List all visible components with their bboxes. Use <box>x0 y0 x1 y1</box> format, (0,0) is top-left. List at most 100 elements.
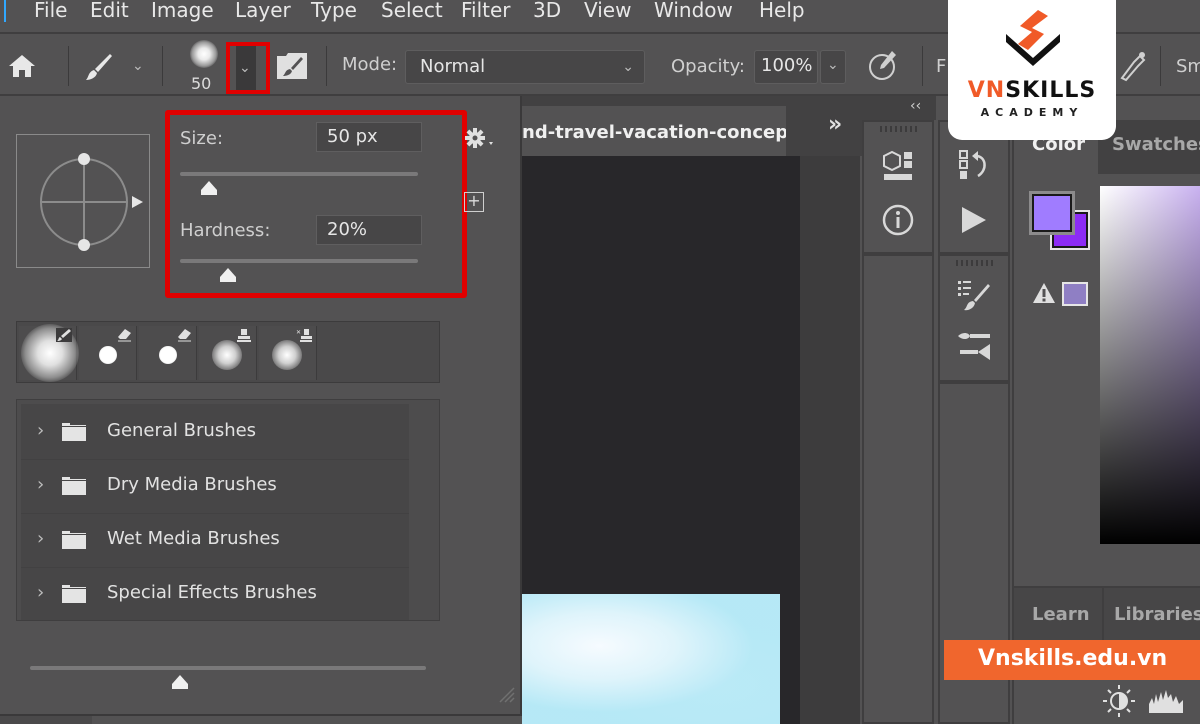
size-input[interactable]: 50 px <box>316 122 422 152</box>
menu-select[interactable]: Select <box>381 0 443 22</box>
brush-group-row[interactable]: › General Brushes <box>21 406 409 460</box>
drag-grip[interactable] <box>956 260 996 266</box>
tool-preset-chevron-icon[interactable]: ⌄ <box>132 58 144 74</box>
hardness-input[interactable]: 20% <box>316 215 422 245</box>
chevron-right-icon[interactable]: › <box>37 528 44 549</box>
chevron-right-icon[interactable]: › <box>37 420 44 441</box>
flow-label: F <box>936 56 947 77</box>
color-picker-field[interactable] <box>1100 186 1200 544</box>
recent-brush-item[interactable] <box>79 326 137 380</box>
menu-filter[interactable]: Filter <box>461 0 511 22</box>
brush-icon <box>56 328 72 342</box>
clone-stamp-icon: ✕ <box>296 329 312 342</box>
hardness-slider-track[interactable] <box>180 259 418 263</box>
recent-brush-item[interactable] <box>139 326 197 380</box>
opacity-input[interactable]: 100% <box>754 50 818 84</box>
opacity-label: Opacity: <box>671 56 745 77</box>
menu-window[interactable]: Window <box>654 0 733 22</box>
canvas-scroll-region <box>800 156 860 724</box>
brightness-contrast-icon[interactable] <box>1102 684 1136 718</box>
new-preset-plus-icon[interactable]: + <box>464 192 484 212</box>
separator <box>922 46 923 86</box>
stamp-icon <box>237 329 251 342</box>
brush-tip-preview <box>212 340 242 370</box>
foreground-color-swatch[interactable] <box>1029 191 1075 235</box>
chevron-right-icon[interactable]: › <box>37 582 44 603</box>
mode-select[interactable]: Normal ⌄ <box>405 50 645 84</box>
tab-divider <box>1102 588 1104 642</box>
preview-size-slider-thumb[interactable] <box>171 674 189 690</box>
recent-brush-item[interactable] <box>199 326 257 380</box>
out-of-gamut-warning-icon[interactable] <box>1032 282 1056 304</box>
brush-settings-icon[interactable] <box>956 328 992 364</box>
levels-icon[interactable] <box>1148 688 1184 714</box>
menu-layer[interactable]: Layer <box>235 0 291 22</box>
brush-group-row[interactable]: › Wet Media Brushes <box>21 514 409 568</box>
menu-image[interactable]: Image <box>151 0 214 22</box>
hardness-label: Hardness: <box>180 220 271 241</box>
brush-groups-list-inner: › General Brushes › Dry Media Brushes › … <box>21 404 409 620</box>
separator <box>68 46 69 86</box>
history-icon[interactable] <box>956 148 992 184</box>
brush-preview-icon[interactable] <box>190 40 218 68</box>
roundness-handle-top[interactable] <box>78 153 90 165</box>
drag-grip[interactable] <box>880 126 920 132</box>
3d-properties-icon[interactable] <box>880 148 916 184</box>
recent-brush-item[interactable] <box>19 324 79 382</box>
tab-learn[interactable]: Learn <box>1032 604 1090 625</box>
brush-preset-picker-button[interactable]: ⌄ <box>226 42 270 94</box>
home-icon[interactable] <box>8 54 36 78</box>
actions-play-icon[interactable] <box>956 202 992 238</box>
panel-dock-header <box>862 96 936 120</box>
size-value: 50 px <box>327 126 378 147</box>
mode-label: Mode: <box>342 54 398 75</box>
brush-settings-panel-icon[interactable] <box>276 52 308 80</box>
document-tab[interactable]: nd-travel-vacation-concept <box>522 106 786 156</box>
gamut-correction-swatch[interactable] <box>1062 282 1088 306</box>
info-icon[interactable] <box>880 202 916 238</box>
angle-handle-arrow[interactable] <box>132 196 143 208</box>
tab-swatches[interactable]: Swatches <box>1112 134 1200 155</box>
brush-group-row[interactable]: › Special Effects Brushes <box>21 568 409 622</box>
brush-tool-icon[interactable] <box>84 52 114 82</box>
hardness-slider-thumb[interactable] <box>219 267 237 283</box>
status-bar-fragment <box>0 716 92 724</box>
airbrush-icon[interactable] <box>1114 50 1148 84</box>
roundness-handle-bottom[interactable] <box>78 239 90 251</box>
brush-group-name: Special Effects Brushes <box>107 582 317 603</box>
menu-edit[interactable]: Edit <box>90 0 129 22</box>
folder-icon <box>62 423 86 441</box>
menu-file[interactable]: File <box>34 0 67 22</box>
tab-overflow-icon[interactable]: » <box>828 112 842 137</box>
menu-view[interactable]: View <box>584 0 631 22</box>
brush-preset-picker-panel: Size: 50 px Hardness: 20% + ✕ › General … <box>0 96 522 716</box>
preview-size-slider-track[interactable] <box>30 666 426 670</box>
tab-libraries[interactable]: Libraries <box>1114 604 1200 625</box>
brush-tip-preview <box>159 346 177 364</box>
logo-subtitle: ACADEMY <box>980 106 1084 119</box>
menu-help[interactable]: Help <box>759 0 805 22</box>
folder-icon <box>62 531 86 549</box>
opacity-dropdown-button[interactable]: ⌄ <box>820 50 846 84</box>
recent-brush-item[interactable]: ✕ <box>259 326 317 380</box>
size-slider-track[interactable] <box>180 172 418 176</box>
opacity-value: 100% <box>761 55 813 76</box>
gear-icon[interactable] <box>464 126 496 150</box>
brushes-panel-icon[interactable] <box>956 278 992 314</box>
color-panel: Color Swatches <box>1012 120 1200 586</box>
url-banner: Vnskills.edu.vn <box>944 640 1200 680</box>
separator <box>326 46 327 86</box>
chevron-right-icon[interactable]: › <box>37 474 44 495</box>
resize-grip-icon[interactable] <box>496 684 516 704</box>
brush-group-row[interactable]: › Dry Media Brushes <box>21 460 409 514</box>
menu-type[interactable]: Type <box>311 0 357 22</box>
brush-group-name: Wet Media Brushes <box>107 528 280 549</box>
collapse-panels-icon[interactable]: ‹‹ <box>910 98 921 114</box>
brush-tip-angle-roundness-preview[interactable] <box>16 134 150 268</box>
size-slider-thumb[interactable] <box>200 180 218 196</box>
pressure-opacity-icon[interactable] <box>866 48 900 82</box>
separator <box>1160 46 1161 86</box>
menu-3d[interactable]: 3D <box>533 0 561 22</box>
panel-column-2b <box>938 254 1010 382</box>
app-icon-edge[interactable] <box>0 0 6 22</box>
